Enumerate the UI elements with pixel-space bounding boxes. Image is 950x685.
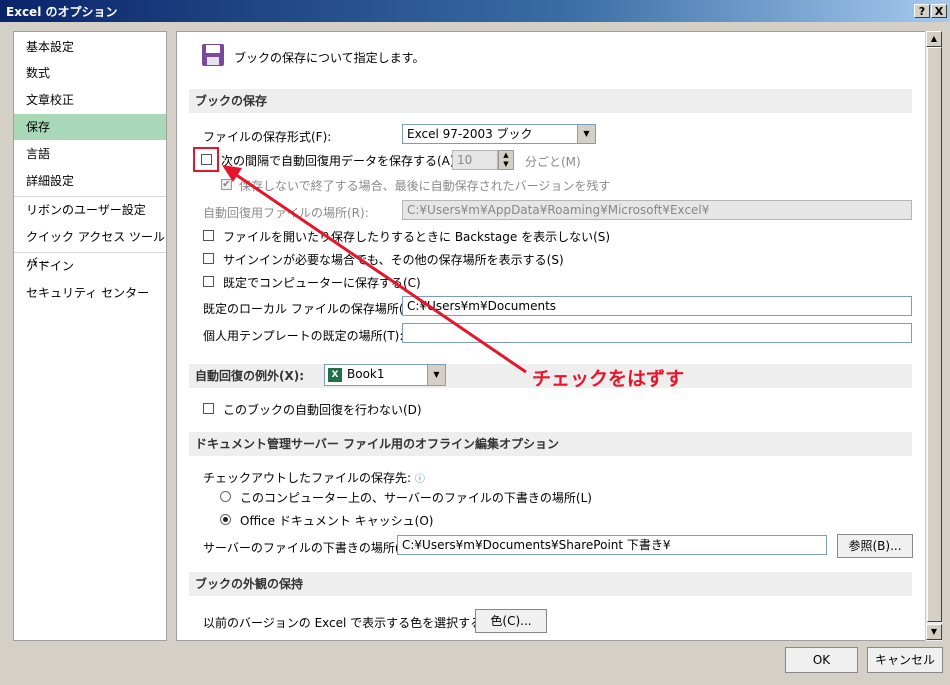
annotation-text: チェックをはずす xyxy=(532,368,685,390)
annotation-arrow xyxy=(222,165,527,374)
